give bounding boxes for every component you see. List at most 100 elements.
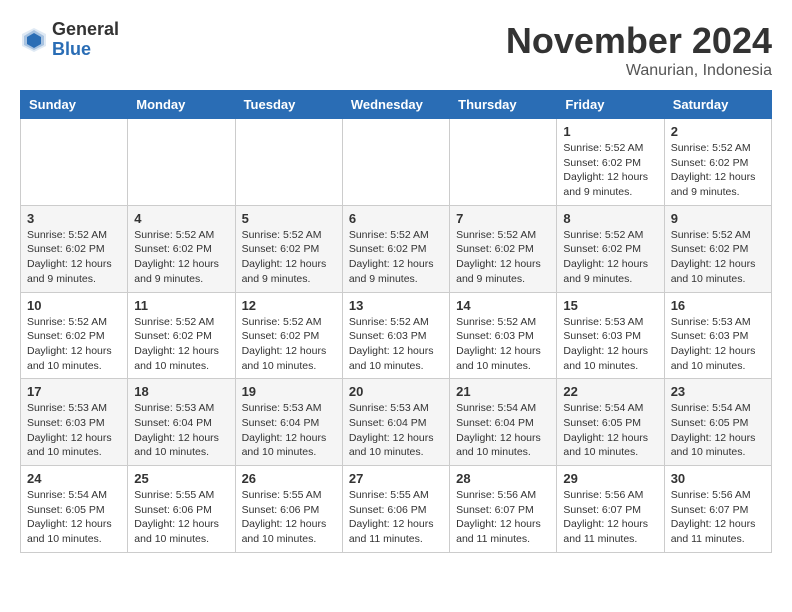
calendar-cell: 19 Sunrise: 5:53 AM Sunset: 6:04 PM Dayli… [235, 379, 342, 466]
column-header-saturday: Saturday [664, 91, 771, 119]
calendar-cell: 29 Sunrise: 5:56 AM Sunset: 6:07 PM Dayli… [557, 466, 664, 553]
day-number: 8 [563, 211, 657, 226]
day-number: 30 [671, 471, 765, 486]
column-header-sunday: Sunday [21, 91, 128, 119]
calendar-header-row: SundayMondayTuesdayWednesdayThursdayFrid… [21, 91, 772, 119]
day-number: 7 [456, 211, 550, 226]
month-title: November 2024 [506, 20, 772, 62]
calendar-cell [21, 119, 128, 206]
day-info: Sunrise: 5:54 AM Sunset: 6:05 PM Dayligh… [671, 401, 765, 460]
day-number: 12 [242, 298, 336, 313]
day-number: 6 [349, 211, 443, 226]
day-number: 15 [563, 298, 657, 313]
calendar-cell: 27 Sunrise: 5:55 AM Sunset: 6:06 PM Dayli… [342, 466, 449, 553]
calendar-cell [450, 119, 557, 206]
day-info: Sunrise: 5:52 AM Sunset: 6:02 PM Dayligh… [349, 228, 443, 287]
calendar-week-row: 10Sunrise: 5:52 AM Sunset: 6:02 PM Dayli… [21, 292, 772, 379]
day-info: Sunrise: 5:52 AM Sunset: 6:02 PM Dayligh… [27, 228, 121, 287]
day-info: Sunrise: 5:52 AM Sunset: 6:02 PM Dayligh… [134, 228, 228, 287]
column-header-tuesday: Tuesday [235, 91, 342, 119]
day-info: Sunrise: 5:54 AM Sunset: 6:04 PM Dayligh… [456, 401, 550, 460]
day-number: 1 [563, 124, 657, 139]
day-info: Sunrise: 5:54 AM Sunset: 6:05 PM Dayligh… [563, 401, 657, 460]
calendar-cell: 30 Sunrise: 5:56 AM Sunset: 6:07 PM Dayli… [664, 466, 771, 553]
day-number: 13 [349, 298, 443, 313]
day-info: Sunrise: 5:53 AM Sunset: 6:03 PM Dayligh… [671, 315, 765, 374]
day-info: Sunrise: 5:55 AM Sunset: 6:06 PM Dayligh… [349, 488, 443, 547]
day-info: Sunrise: 5:52 AM Sunset: 6:02 PM Dayligh… [134, 315, 228, 374]
day-number: 17 [27, 384, 121, 399]
calendar-week-row: 1 Sunrise: 5:52 AM Sunset: 6:02 PM Daylig… [21, 119, 772, 206]
day-number: 5 [242, 211, 336, 226]
calendar-week-row: 3 Sunrise: 5:52 AM Sunset: 6:02 PM Daylig… [21, 205, 772, 292]
calendar-cell: 16 Sunrise: 5:53 AM Sunset: 6:03 PM Dayli… [664, 292, 771, 379]
day-number: 20 [349, 384, 443, 399]
day-number: 29 [563, 471, 657, 486]
day-info: Sunrise: 5:52 AM Sunset: 6:02 PM Dayligh… [563, 228, 657, 287]
day-info: Sunrise: 5:55 AM Sunset: 6:06 PM Dayligh… [134, 488, 228, 547]
calendar-cell: 20Sunrise: 5:53 AM Sunset: 6:04 PM Dayli… [342, 379, 449, 466]
day-info: Sunrise: 5:53 AM Sunset: 6:04 PM Dayligh… [242, 401, 336, 460]
day-info: Sunrise: 5:56 AM Sunset: 6:07 PM Dayligh… [456, 488, 550, 547]
calendar-cell: 23 Sunrise: 5:54 AM Sunset: 6:05 PM Dayli… [664, 379, 771, 466]
calendar-cell: 14 Sunrise: 5:52 AM Sunset: 6:03 PM Dayli… [450, 292, 557, 379]
day-number: 24 [27, 471, 121, 486]
day-number: 9 [671, 211, 765, 226]
calendar-week-row: 24 Sunrise: 5:54 AM Sunset: 6:05 PM Dayli… [21, 466, 772, 553]
calendar-cell: 4 Sunrise: 5:52 AM Sunset: 6:02 PM Daylig… [128, 205, 235, 292]
day-number: 3 [27, 211, 121, 226]
day-info: Sunrise: 5:53 AM Sunset: 6:03 PM Dayligh… [563, 315, 657, 374]
title-block: November 2024 Wanurian, Indonesia [506, 20, 772, 80]
calendar-cell [128, 119, 235, 206]
day-info: Sunrise: 5:52 AM Sunset: 6:03 PM Dayligh… [456, 315, 550, 374]
location-subtitle: Wanurian, Indonesia [506, 62, 772, 80]
calendar-cell: 21Sunrise: 5:54 AM Sunset: 6:04 PM Dayli… [450, 379, 557, 466]
day-info: Sunrise: 5:54 AM Sunset: 6:05 PM Dayligh… [27, 488, 121, 547]
calendar-cell: 11Sunrise: 5:52 AM Sunset: 6:02 PM Dayli… [128, 292, 235, 379]
day-info: Sunrise: 5:52 AM Sunset: 6:02 PM Dayligh… [671, 228, 765, 287]
calendar-cell: 28 Sunrise: 5:56 AM Sunset: 6:07 PM Dayli… [450, 466, 557, 553]
day-number: 16 [671, 298, 765, 313]
day-info: Sunrise: 5:56 AM Sunset: 6:07 PM Dayligh… [671, 488, 765, 547]
day-info: Sunrise: 5:53 AM Sunset: 6:03 PM Dayligh… [27, 401, 121, 460]
day-info: Sunrise: 5:56 AM Sunset: 6:07 PM Dayligh… [563, 488, 657, 547]
day-number: 4 [134, 211, 228, 226]
day-number: 23 [671, 384, 765, 399]
day-number: 26 [242, 471, 336, 486]
day-info: Sunrise: 5:55 AM Sunset: 6:06 PM Dayligh… [242, 488, 336, 547]
day-info: Sunrise: 5:52 AM Sunset: 6:03 PM Dayligh… [349, 315, 443, 374]
day-info: Sunrise: 5:53 AM Sunset: 6:04 PM Dayligh… [134, 401, 228, 460]
day-number: 28 [456, 471, 550, 486]
calendar-cell: 10Sunrise: 5:52 AM Sunset: 6:02 PM Dayli… [21, 292, 128, 379]
calendar-cell: 15 Sunrise: 5:53 AM Sunset: 6:03 PM Dayli… [557, 292, 664, 379]
day-number: 19 [242, 384, 336, 399]
calendar-cell [235, 119, 342, 206]
day-number: 2 [671, 124, 765, 139]
column-header-thursday: Thursday [450, 91, 557, 119]
calendar-cell: 22 Sunrise: 5:54 AM Sunset: 6:05 PM Dayli… [557, 379, 664, 466]
calendar-cell: 6 Sunrise: 5:52 AM Sunset: 6:02 PM Daylig… [342, 205, 449, 292]
calendar-cell: 3 Sunrise: 5:52 AM Sunset: 6:02 PM Daylig… [21, 205, 128, 292]
column-header-friday: Friday [557, 91, 664, 119]
page-header: General Blue November 2024 Wanurian, Ind… [20, 20, 772, 80]
logo-text: General Blue [52, 20, 119, 60]
calendar-cell: 25Sunrise: 5:55 AM Sunset: 6:06 PM Dayli… [128, 466, 235, 553]
day-number: 14 [456, 298, 550, 313]
calendar-week-row: 17 Sunrise: 5:53 AM Sunset: 6:03 PM Dayli… [21, 379, 772, 466]
logo: General Blue [20, 20, 119, 60]
logo-icon [20, 26, 48, 54]
calendar-cell: 12Sunrise: 5:52 AM Sunset: 6:02 PM Dayli… [235, 292, 342, 379]
calendar-cell: 5Sunrise: 5:52 AM Sunset: 6:02 PM Daylig… [235, 205, 342, 292]
calendar-cell: 17 Sunrise: 5:53 AM Sunset: 6:03 PM Dayli… [21, 379, 128, 466]
calendar-cell: 13 Sunrise: 5:52 AM Sunset: 6:03 PM Dayli… [342, 292, 449, 379]
calendar-cell: 2 Sunrise: 5:52 AM Sunset: 6:02 PM Daylig… [664, 119, 771, 206]
day-info: Sunrise: 5:52 AM Sunset: 6:02 PM Dayligh… [27, 315, 121, 374]
day-number: 27 [349, 471, 443, 486]
calendar-cell: 18 Sunrise: 5:53 AM Sunset: 6:04 PM Dayli… [128, 379, 235, 466]
day-info: Sunrise: 5:52 AM Sunset: 6:02 PM Dayligh… [671, 141, 765, 200]
calendar-cell: 9 Sunrise: 5:52 AM Sunset: 6:02 PM Daylig… [664, 205, 771, 292]
day-info: Sunrise: 5:52 AM Sunset: 6:02 PM Dayligh… [456, 228, 550, 287]
day-number: 18 [134, 384, 228, 399]
calendar-cell [342, 119, 449, 206]
day-number: 22 [563, 384, 657, 399]
